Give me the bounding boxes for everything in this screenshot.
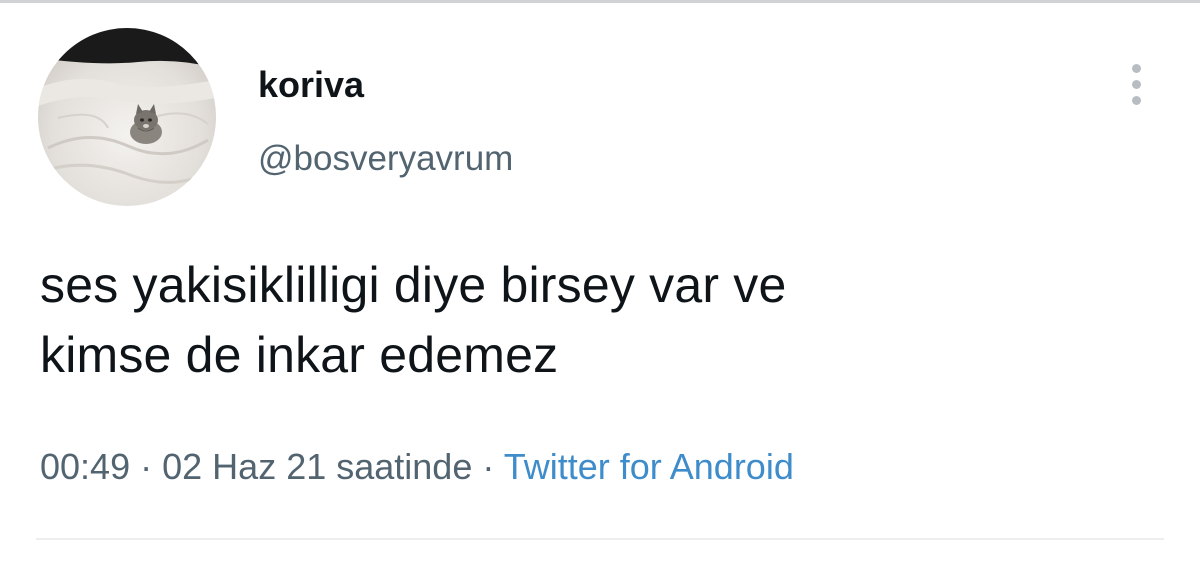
tweet-text-line: kimse de inkar edemez — [40, 327, 559, 383]
more-options-button[interactable] — [1116, 56, 1156, 112]
tweet-time[interactable]: 00:49 — [40, 446, 130, 487]
tweet-card: koriva @bosveryavrum ses yakisiklilligi … — [0, 0, 1200, 577]
more-vertical-icon-dot — [1131, 95, 1141, 105]
tweet-text-line: ses yakisiklilligi diye birsey var ve — [40, 257, 787, 313]
user-handle[interactable]: @bosveryavrum — [258, 136, 513, 182]
more-vertical-icon-dot — [1131, 79, 1141, 89]
tweet-source-link[interactable]: Twitter for Android — [504, 446, 794, 487]
tweet-date[interactable]: 02 Haz 21 saatinde — [162, 446, 472, 487]
meta-separator: · — [140, 446, 153, 487]
more-vertical-icon — [1131, 63, 1141, 73]
tweet-meta: 00:49 · 02 Haz 21 saatinde · Twitter for… — [40, 442, 794, 492]
tweet-text: ses yakisiklilligi diye birsey var ve ki… — [40, 250, 1160, 390]
meta-separator: · — [482, 446, 495, 487]
display-name[interactable]: koriva — [258, 62, 364, 108]
avatar[interactable] — [38, 28, 216, 206]
avatar-kitten-photo — [38, 28, 216, 206]
divider — [36, 538, 1164, 540]
